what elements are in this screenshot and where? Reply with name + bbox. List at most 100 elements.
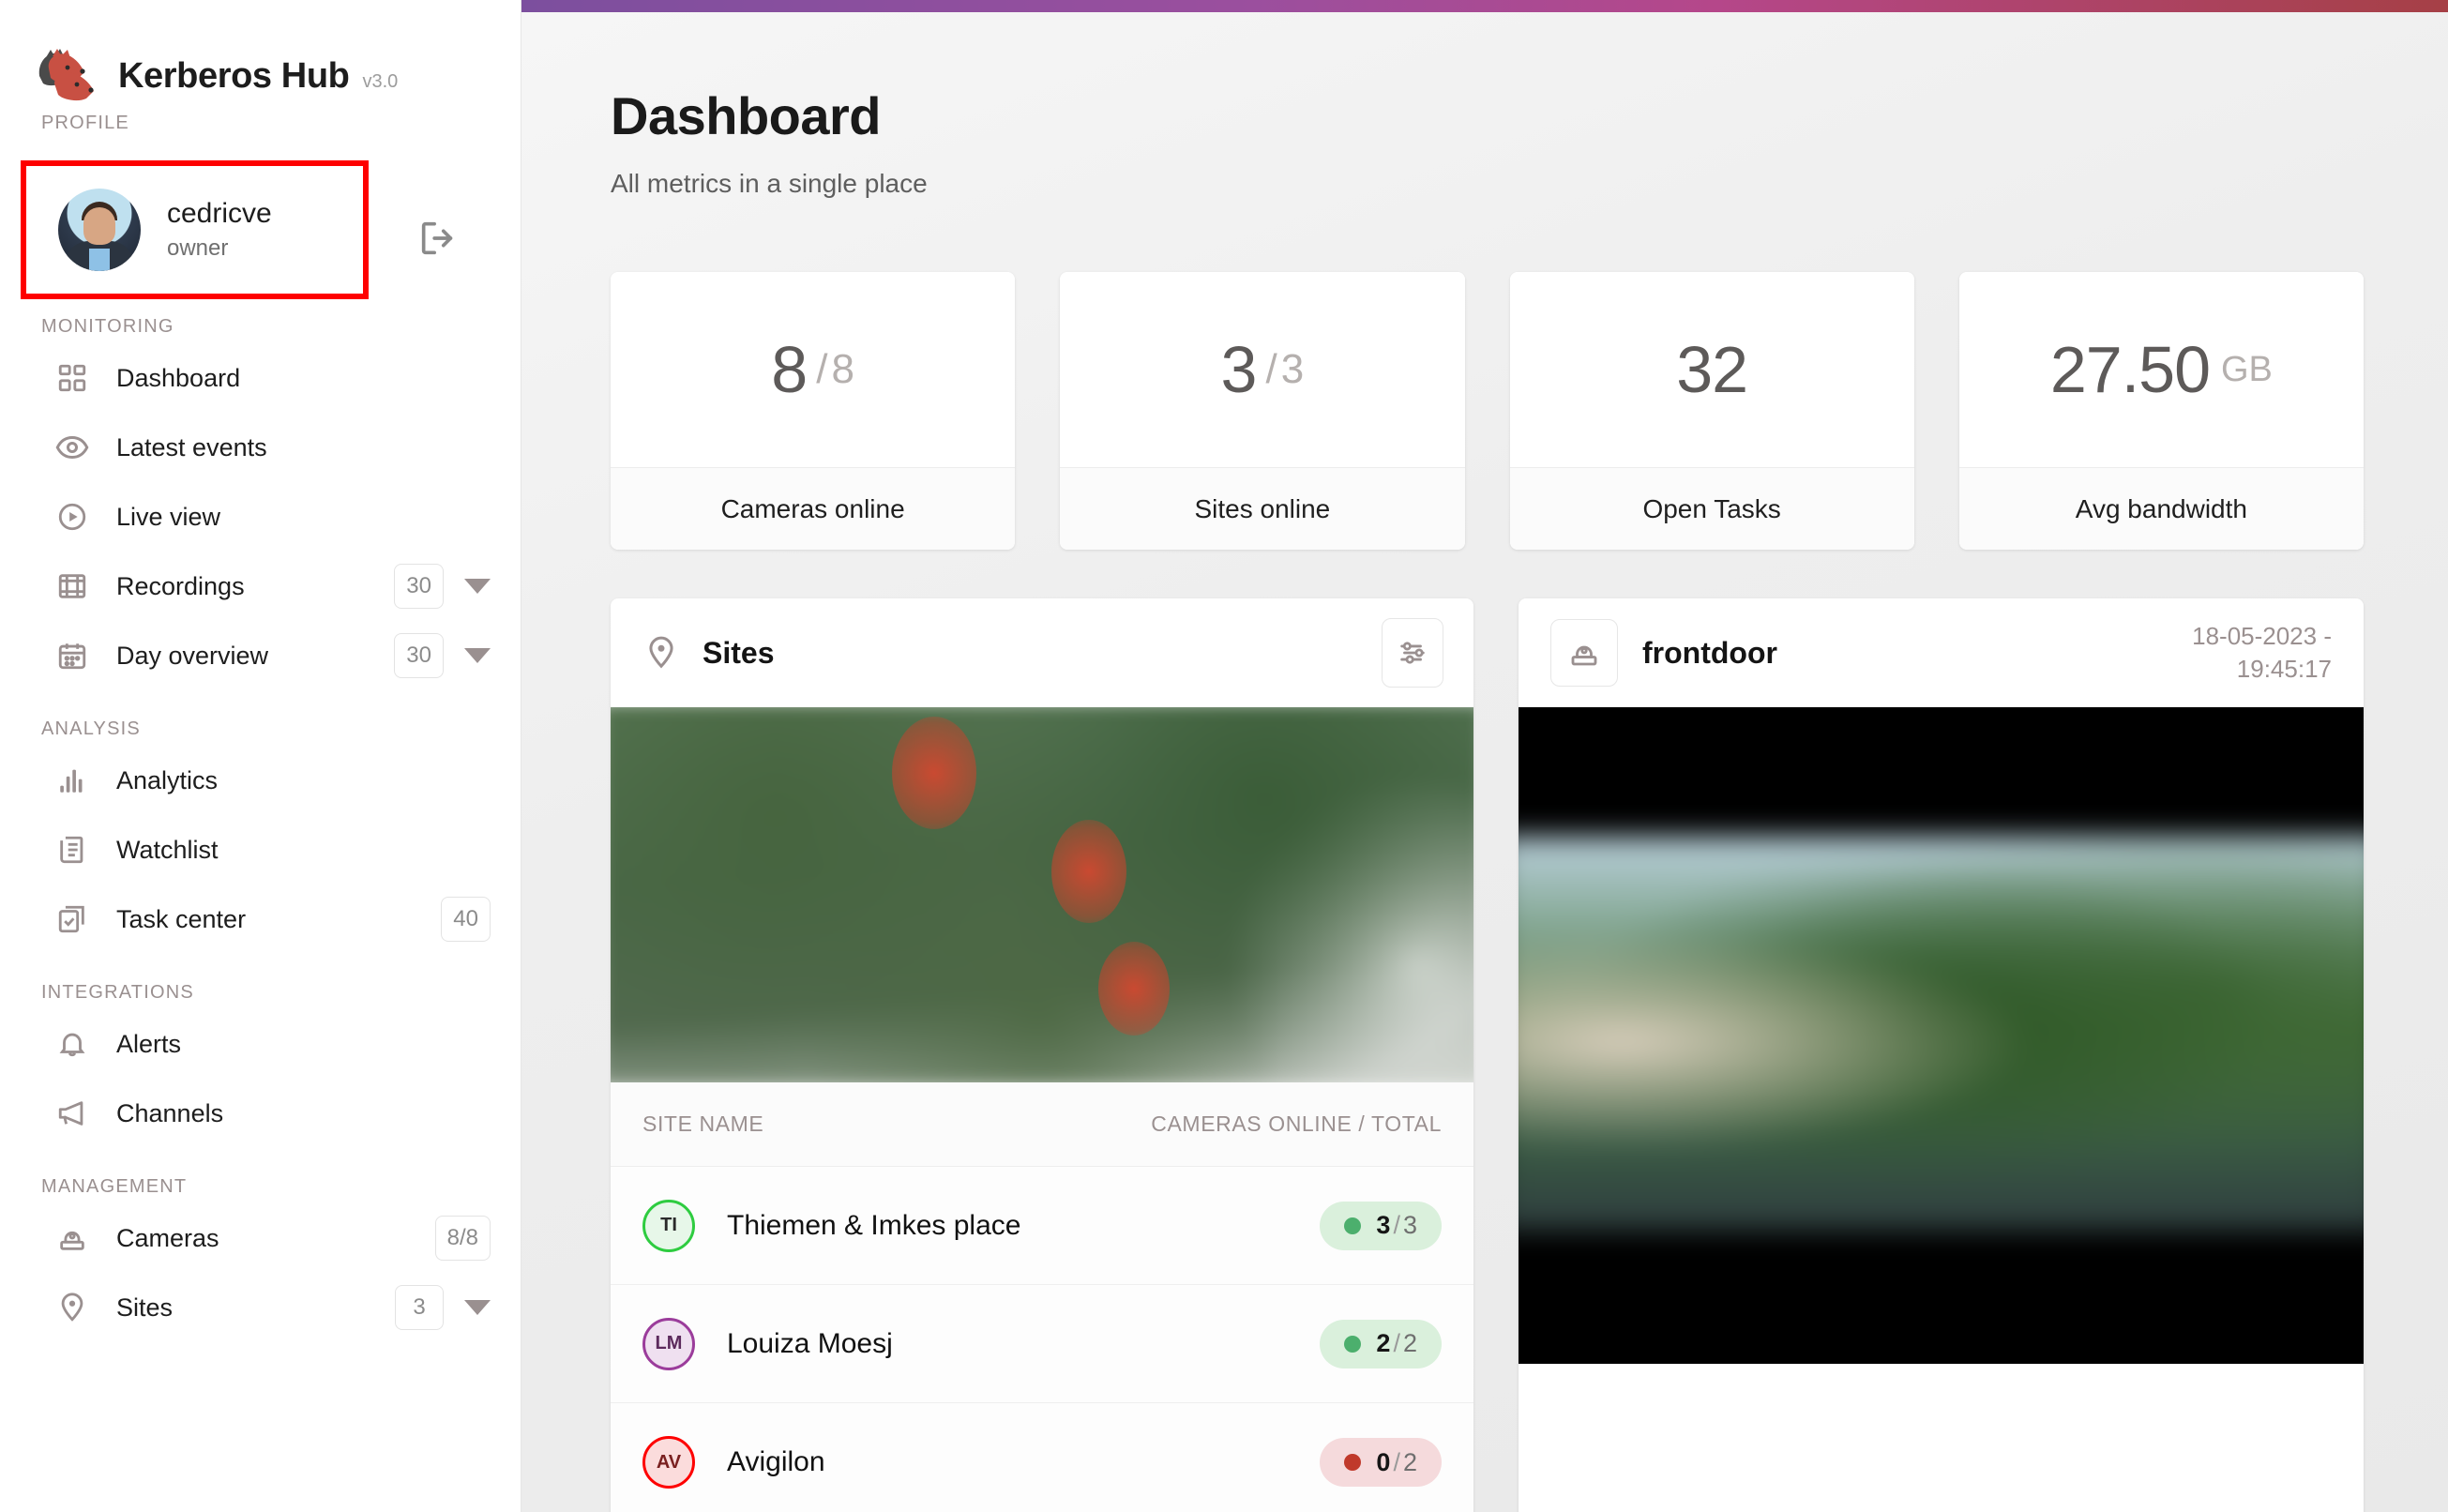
sidebar-item-label: Day overview xyxy=(116,641,269,670)
table-row[interactable]: LM Louiza Moesj 2 / 2 xyxy=(611,1285,1473,1403)
cameras-online: 0 xyxy=(1376,1447,1391,1476)
bar-chart-icon xyxy=(53,761,92,800)
bell-icon xyxy=(53,1024,92,1064)
play-circle-icon xyxy=(53,497,92,537)
stat-total: 3 xyxy=(1280,346,1305,392)
badge-separator: / xyxy=(1393,1329,1400,1357)
badge-separator: / xyxy=(1393,1447,1400,1476)
logout-icon[interactable] xyxy=(416,217,460,260)
sidebar-item-label: Alerts xyxy=(116,1029,182,1058)
cameras-total: 2 xyxy=(1402,1447,1417,1476)
badge-separator: / xyxy=(1393,1211,1400,1239)
site-avatar: AV xyxy=(642,1436,695,1489)
film-icon xyxy=(53,567,92,606)
camera-timestamp-time: 19:45:17 xyxy=(2236,655,2332,683)
nav-group-management: MANAGEMENT Cameras 8/8 Sites 3 xyxy=(0,1176,521,1342)
sidebar-item-dashboard[interactable]: Dashboard xyxy=(0,343,521,413)
location-pin-icon xyxy=(53,1288,92,1327)
sites-panel: Sites SITE NAME CAMERAS ONLINE / TOTAL T… xyxy=(611,598,1473,1512)
megaphone-icon xyxy=(53,1094,92,1133)
map-marker xyxy=(892,717,976,829)
chevron-down-icon[interactable] xyxy=(464,579,491,594)
sidebar-badge: 40 xyxy=(441,897,491,942)
section-label-monitoring: MONITORING xyxy=(41,316,174,337)
sidebar-item-label: Channels xyxy=(116,1098,224,1127)
nav-group-analysis: ANALYSIS Analytics Watchlist Task center xyxy=(0,718,521,954)
sidebar-badge: 30 xyxy=(394,633,444,678)
sidebar-badge: 8/8 xyxy=(434,1216,491,1261)
table-row[interactable]: AV Avigilon 0 / 2 xyxy=(611,1403,1473,1512)
stat-cards-row: 8 / 8 Cameras online 3 / 3 Sites online … xyxy=(611,272,2364,550)
camera-timestamp: 18-05-2023 - 19:45:17 xyxy=(2192,620,2332,686)
sidebar-badge: 3 xyxy=(395,1285,444,1330)
checklist-icon xyxy=(53,900,92,939)
status-dot xyxy=(1344,1454,1362,1471)
status-dot xyxy=(1344,1217,1362,1234)
stat-separator: / xyxy=(816,346,828,392)
site-name: Avigilon xyxy=(727,1446,825,1477)
profile-role: owner xyxy=(167,235,229,262)
status-badge: 0 / 2 xyxy=(1320,1438,1442,1487)
nav-group-monitoring: MONITORING Dashboard Latest events Live … xyxy=(0,316,521,690)
cameras-online: 3 xyxy=(1376,1211,1391,1239)
stat-card-open-tasks[interactable]: 32 Open Tasks xyxy=(1509,272,1914,550)
sidebar-item-label: Analytics xyxy=(116,765,219,794)
status-badge: 3 / 3 xyxy=(1320,1201,1442,1250)
sidebar-item-analytics[interactable]: Analytics xyxy=(0,746,521,815)
sites-map-image[interactable] xyxy=(611,707,1473,1082)
sidebar-item-alerts[interactable]: Alerts xyxy=(0,1009,521,1079)
app-root: Kerberos Hub v3.0 PROFILE cedricve owner xyxy=(0,0,2448,1512)
sidebar-item-live-view[interactable]: Live view xyxy=(0,482,521,552)
sidebar-item-latest-events[interactable]: Latest events xyxy=(0,413,521,482)
stat-card-avg-bandwidth[interactable]: 27.50 GB Avg bandwidth xyxy=(1958,272,2364,550)
panels-row: Sites SITE NAME CAMERAS ONLINE / TOTAL T… xyxy=(611,598,2364,1512)
sidebar-item-watchlist[interactable]: Watchlist xyxy=(0,815,521,885)
sidebar-item-recordings[interactable]: Recordings 30 xyxy=(0,552,521,621)
stat-card-sites-online[interactable]: 3 / 3 Sites online xyxy=(1060,272,1465,550)
location-pin-icon xyxy=(641,632,682,673)
site-name: Thiemen & Imkes place xyxy=(727,1209,1021,1241)
eye-icon xyxy=(53,428,92,467)
camera-panel: frontdoor 18-05-2023 - 19:45:17 xyxy=(1519,598,2364,1512)
sidebar-item-channels[interactable]: Channels xyxy=(0,1079,521,1148)
sidebar-item-label: Latest events xyxy=(116,432,267,461)
brand-version: v3.0 xyxy=(362,70,399,92)
page-title: Dashboard xyxy=(611,86,882,145)
column-header-cameras: CAMERAS ONLINE / TOTAL xyxy=(1151,1111,1442,1136)
sidebar-badge: 30 xyxy=(394,564,444,609)
document-icon xyxy=(53,830,92,869)
profile-section: cedricve owner xyxy=(0,144,521,299)
profile-card-highlight[interactable]: cedricve owner xyxy=(21,160,369,299)
sidebar-item-sites[interactable]: Sites 3 xyxy=(0,1273,521,1342)
sites-panel-title: Sites xyxy=(703,635,775,670)
map-marker xyxy=(1051,820,1126,923)
nav-group-integrations: INTEGRATIONS Alerts Channels xyxy=(0,982,521,1148)
section-label-analysis: ANALYSIS xyxy=(41,718,141,739)
sidebar-item-label: Watchlist xyxy=(116,835,219,864)
site-name: Louiza Moesj xyxy=(727,1327,893,1359)
status-badge: 2 / 2 xyxy=(1320,1319,1442,1368)
profile-username: cedricve xyxy=(167,197,272,229)
table-row[interactable]: TI Thiemen & Imkes place 3 / 3 xyxy=(611,1167,1473,1285)
chevron-down-icon[interactable] xyxy=(464,648,491,663)
sliders-icon[interactable] xyxy=(1382,618,1443,688)
stat-value: 8 xyxy=(771,333,808,406)
accent-gradient-bar xyxy=(521,0,2448,12)
sidebar-item-day-overview[interactable]: Day overview 30 xyxy=(0,621,521,690)
main-content: Dashboard All metrics in a single place … xyxy=(521,0,2448,1512)
stat-value: 32 xyxy=(1676,333,1748,406)
status-dot xyxy=(1344,1335,1362,1353)
column-header-site-name: SITE NAME xyxy=(642,1111,764,1136)
camera-icon xyxy=(1550,619,1618,687)
sidebar-item-label: Dashboard xyxy=(116,363,241,392)
sidebar-item-label: Cameras xyxy=(116,1223,219,1252)
page-subtitle: All metrics in a single place xyxy=(611,169,928,198)
avatar xyxy=(58,189,141,271)
camera-feed-image[interactable] xyxy=(1519,707,2364,1364)
sidebar-item-task-center[interactable]: Task center 40 xyxy=(0,885,521,954)
camera-icon xyxy=(53,1218,92,1258)
chevron-down-icon[interactable] xyxy=(464,1300,491,1315)
sidebar-item-cameras[interactable]: Cameras 8/8 xyxy=(0,1203,521,1273)
stat-card-cameras-online[interactable]: 8 / 8 Cameras online xyxy=(611,272,1016,550)
sites-table-header: SITE NAME CAMERAS ONLINE / TOTAL xyxy=(611,1082,1473,1167)
